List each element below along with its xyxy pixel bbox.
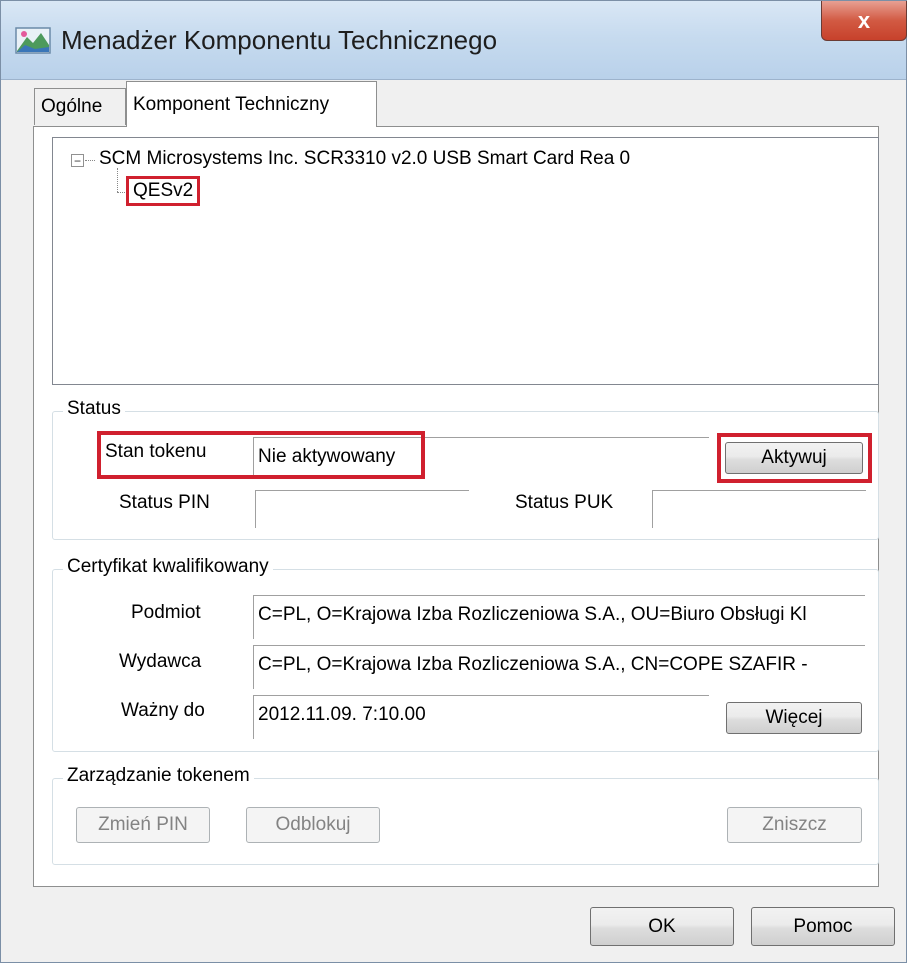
subject-field: C=PL, O=Krajowa Izba Rozliczeniowa S.A.,… <box>253 595 865 639</box>
activate-button[interactable]: Aktywuj <box>725 442 863 474</box>
certificate-group-title: Certyfikat kwalifikowany <box>63 556 273 578</box>
close-icon: x <box>857 7 871 33</box>
puk-status-field <box>652 490 866 528</box>
close-button[interactable]: x <box>821 1 907 41</box>
unblock-button[interactable]: Odblokuj <box>246 807 380 843</box>
tree-connector <box>85 160 95 161</box>
dialog-window: Menadżer Komponentu Technicznego x Ogóln… <box>0 0 907 963</box>
help-button[interactable]: Pomoc <box>751 907 895 946</box>
valid-to-field: 2012.11.09. 7:10.00 <box>253 695 709 739</box>
token-state-field: Nie aktywowany <box>253 437 709 479</box>
issuer-label: Wydawca <box>119 651 202 672</box>
change-pin-button[interactable]: Zmień PIN <box>76 807 210 843</box>
pin-status-field <box>255 490 469 528</box>
token-management-group-title: Zarządzanie tokenem <box>63 765 254 787</box>
app-icon <box>15 27 51 54</box>
pin-status-label: Status PIN <box>119 492 210 513</box>
valid-to-label: Ważny do <box>121 700 205 721</box>
token-state-label: Stan tokenu <box>105 441 207 462</box>
ok-button[interactable]: OK <box>590 907 734 946</box>
collapse-icon[interactable]: − <box>71 154 84 167</box>
tree-item-token[interactable]: QESv2 <box>126 176 201 206</box>
title-bar: Menadżer Komponentu Technicznego x <box>1 1 907 80</box>
issuer-field: C=PL, O=Krajowa Izba Rozliczeniowa S.A.,… <box>253 645 865 689</box>
status-group-title: Status <box>63 398 125 420</box>
more-button[interactable]: Więcej <box>726 702 862 734</box>
tree-item-reader[interactable]: SCM Microsystems Inc. SCR3310 v2.0 USB S… <box>99 148 630 170</box>
tab-technical-component[interactable]: Komponent Techniczny <box>126 81 377 127</box>
subject-label: Podmiot <box>131 602 201 623</box>
tab-general[interactable]: Ogólne <box>34 88 126 125</box>
tree-connector <box>117 168 118 192</box>
puk-status-label: Status PUK <box>515 492 614 513</box>
window-title: Menadżer Komponentu Technicznego <box>61 25 498 55</box>
component-tree[interactable]: − SCM Microsystems Inc. SCR3310 v2.0 USB… <box>52 137 879 385</box>
destroy-button[interactable]: Zniszcz <box>727 807 862 843</box>
